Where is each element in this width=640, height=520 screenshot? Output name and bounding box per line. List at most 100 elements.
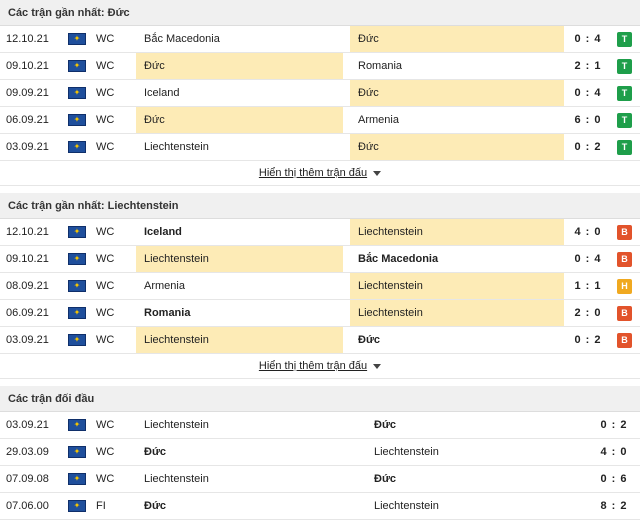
flag-glyph: ✦: [73, 34, 81, 43]
flag-glyph: ✦: [73, 335, 81, 344]
table-row[interactable]: 29.03.09 ✦ WC Đức Liechtenstein 4 : 0: [0, 439, 640, 466]
home-team[interactable]: Bắc Macedonia: [136, 26, 343, 52]
table-row[interactable]: 12.10.21 ✦ WC Iceland Liechtenstein 4 : 0 B: [0, 219, 640, 246]
table-row[interactable]: 09.09.21 ✦ WC Iceland Đức 0 : 4 T: [0, 80, 640, 107]
caret-down-icon[interactable]: [373, 170, 382, 176]
flag-glyph: ✦: [73, 420, 81, 429]
match-score[interactable]: 0 : 2: [592, 412, 636, 438]
caret-down-icon[interactable]: [373, 363, 382, 369]
world-map-icon: ✦: [68, 446, 86, 458]
away-team[interactable]: Liechtenstein: [350, 219, 564, 245]
table-row[interactable]: 08.09.21 ✦ WC Armenia Liechtenstein 1 : 1 H: [0, 273, 640, 300]
home-team[interactable]: Iceland: [136, 80, 343, 106]
table-row[interactable]: 09.10.21 ✦ WC Đức Romania 2 : 1 T: [0, 53, 640, 80]
show-more-link[interactable]: Hiển thị thêm trận đấu: [259, 167, 367, 179]
table-row[interactable]: 03.09.21 ✦ WC Liechtenstein Đức 0 : 2 B: [0, 327, 640, 354]
world-map-icon: ✦: [68, 473, 86, 485]
result-badge: T: [617, 32, 632, 47]
league-code[interactable]: WC: [96, 80, 130, 106]
match-score[interactable]: 1 : 1: [566, 273, 610, 299]
home-team[interactable]: Đức: [136, 53, 343, 79]
away-team[interactable]: Liechtenstein: [350, 300, 564, 326]
match-date: 03.09.21: [6, 141, 49, 153]
league-code[interactable]: WC: [96, 246, 130, 272]
league-code[interactable]: WC: [96, 300, 130, 326]
match-score[interactable]: 2 : 0: [566, 300, 610, 326]
home-team[interactable]: Đức: [136, 107, 343, 133]
show-more-link[interactable]: Hiển thị thêm trận đấu: [259, 360, 367, 372]
away-team[interactable]: Đức: [350, 134, 564, 160]
league-code[interactable]: WC: [96, 412, 130, 438]
result-badge: B: [617, 333, 632, 348]
result-badge: B: [617, 252, 632, 267]
league-code[interactable]: WC: [96, 466, 130, 492]
home-team[interactable]: Iceland: [136, 219, 343, 245]
flag-glyph: ✦: [73, 88, 81, 97]
match-score[interactable]: 0 : 2: [566, 327, 610, 353]
league-code[interactable]: WC: [96, 26, 130, 52]
league-code[interactable]: WC: [96, 273, 130, 299]
away-team[interactable]: Liechtenstein: [350, 273, 564, 299]
league-code[interactable]: WC: [96, 327, 130, 353]
table-row[interactable]: 12.10.21 ✦ WC Bắc Macedonia Đức 0 : 4 T: [0, 26, 640, 53]
away-team[interactable]: Đức: [366, 412, 566, 438]
away-team[interactable]: Liechtenstein: [366, 439, 566, 465]
away-team[interactable]: Đức: [350, 80, 564, 106]
league-code[interactable]: WC: [96, 439, 130, 465]
home-team[interactable]: Romania: [136, 300, 343, 326]
table-row[interactable]: 07.09.08 ✦ WC Liechtenstein Đức 0 : 6: [0, 466, 640, 493]
league-code[interactable]: WC: [96, 53, 130, 79]
match-score[interactable]: 0 : 4: [566, 80, 610, 106]
flag-glyph: ✦: [73, 227, 81, 236]
away-team[interactable]: Đức: [350, 327, 564, 353]
home-team[interactable]: Liechtenstein: [136, 327, 343, 353]
match-score[interactable]: 6 : 0: [566, 107, 610, 133]
spacer: [0, 186, 640, 193]
home-team[interactable]: Armenia: [136, 273, 343, 299]
world-map-icon: ✦: [68, 33, 86, 45]
away-team[interactable]: Bắc Macedonia: [350, 246, 564, 272]
table-row[interactable]: 06.09.21 ✦ WC Romania Liechtenstein 2 : 0 B: [0, 300, 640, 327]
match-date: 09.10.21: [6, 60, 49, 72]
table-row[interactable]: 07.06.00 ✦ FI Đức Liechtenstein 8 : 2: [0, 493, 640, 520]
away-team[interactable]: Armenia: [350, 107, 564, 133]
table-row[interactable]: 09.10.21 ✦ WC Liechtenstein Bắc Macedonia 0 :…: [0, 246, 640, 273]
away-team[interactable]: Liechtenstein: [366, 493, 566, 519]
world-map-icon: ✦: [68, 419, 86, 431]
flag-glyph: ✦: [73, 61, 81, 70]
match-score[interactable]: 0 : 2: [566, 134, 610, 160]
home-team[interactable]: Liechtenstein: [136, 466, 366, 492]
league-code[interactable]: WC: [96, 134, 130, 160]
match-score[interactable]: 4 : 0: [566, 219, 610, 245]
match-score[interactable]: 0 : 4: [566, 246, 610, 272]
match-score[interactable]: 0 : 4: [566, 26, 610, 52]
match-score[interactable]: 4 : 0: [592, 439, 636, 465]
show-more-row: Hiển thị thêm trận đấu: [0, 161, 640, 186]
match-score[interactable]: 0 : 6: [592, 466, 636, 492]
home-team[interactable]: Liechtenstein: [136, 134, 343, 160]
league-code[interactable]: WC: [96, 219, 130, 245]
match-date: 08.09.21: [6, 280, 49, 292]
match-date: 09.09.21: [6, 87, 49, 99]
home-team[interactable]: Đức: [136, 493, 366, 519]
match-list: 12.10.21 ✦ WC Iceland Liechtenstein 4 : 0 B 09.…: [0, 219, 640, 354]
match-score[interactable]: 2 : 1: [566, 53, 610, 79]
show-more-row: Hiển thị thêm trận đấu: [0, 354, 640, 379]
match-date: 29.03.09: [6, 446, 49, 458]
match-date: 07.09.08: [6, 473, 49, 485]
league-code[interactable]: FI: [96, 493, 130, 519]
home-team[interactable]: Liechtenstein: [136, 246, 343, 272]
world-map-icon: ✦: [68, 253, 86, 265]
table-row[interactable]: 03.09.21 ✦ WC Liechtenstein Đức 0 : 2 T: [0, 134, 640, 161]
table-row[interactable]: 03.09.21 ✦ WC Liechtenstein Đức 0 : 2: [0, 412, 640, 439]
away-team[interactable]: Đức: [366, 466, 566, 492]
league-code[interactable]: WC: [96, 107, 130, 133]
result-badge: T: [617, 140, 632, 155]
home-team[interactable]: Liechtenstein: [136, 412, 366, 438]
table-row[interactable]: 06.09.21 ✦ WC Đức Armenia 6 : 0 T: [0, 107, 640, 134]
away-team[interactable]: Romania: [350, 53, 564, 79]
away-team[interactable]: Đức: [350, 26, 564, 52]
result-badge: B: [617, 225, 632, 240]
match-score[interactable]: 8 : 2: [592, 493, 636, 519]
home-team[interactable]: Đức: [136, 439, 366, 465]
